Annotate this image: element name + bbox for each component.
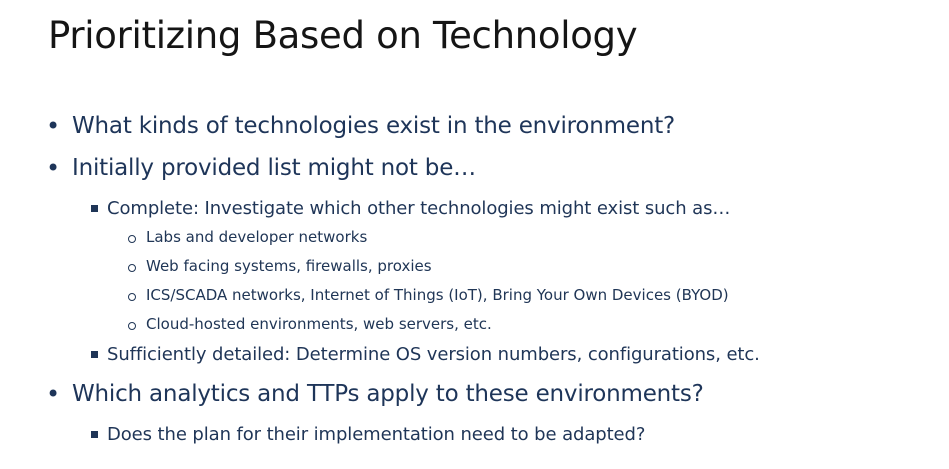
square-bullet-icon (91, 431, 98, 438)
subbullet-plan-adapted: Does the plan for their implementation n… (91, 424, 645, 445)
square-bullet-icon (91, 351, 98, 358)
subbullet-text: Complete: Investigate which other techno… (107, 198, 731, 219)
circle-bullet-icon (128, 293, 136, 301)
circle-bullet-icon (128, 322, 136, 330)
bullet-text: What kinds of technologies exist in the … (72, 113, 676, 139)
bullet-dot-icon: • (46, 112, 60, 140)
circle-bullet-icon (128, 235, 136, 243)
square-bullet-icon (91, 205, 98, 212)
subsubbullet-text: Labs and developer networks (146, 228, 368, 246)
bullet-technologies-question: • What kinds of technologies exist in th… (46, 112, 675, 140)
subsubbullet-web-facing: Web facing systems, firewalls, proxies (128, 257, 432, 275)
bullet-text: Which analytics and TTPs apply to these … (72, 381, 704, 407)
subsubbullet-text: Web facing systems, firewalls, proxies (146, 257, 432, 275)
subbullet-complete: Complete: Investigate which other techno… (91, 198, 730, 219)
subbullet-text: Sufficiently detailed: Determine OS vers… (107, 344, 760, 365)
subbullet-text: Does the plan for their implementation n… (107, 424, 646, 445)
subsubbullet-text: Cloud-hosted environments, web servers, … (146, 315, 492, 333)
subsubbullet-cloud: Cloud-hosted environments, web servers, … (128, 315, 492, 333)
bullet-dot-icon: • (46, 154, 60, 182)
bullet-dot-icon: • (46, 380, 60, 408)
slide-title: Prioritizing Based on Technology (48, 14, 638, 57)
bullet-provided-list: • Initially provided list might not be… (46, 154, 476, 182)
subsubbullet-ics-scada: ICS/SCADA networks, Internet of Things (… (128, 286, 729, 304)
bullet-analytics-ttps: • Which analytics and TTPs apply to thes… (46, 380, 704, 408)
bullet-text: Initially provided list might not be… (72, 155, 476, 181)
subbullet-sufficiently-detailed: Sufficiently detailed: Determine OS vers… (91, 344, 760, 365)
slide: Prioritizing Based on Technology • What … (0, 0, 949, 469)
subsubbullet-labs: Labs and developer networks (128, 228, 367, 246)
circle-bullet-icon (128, 264, 136, 272)
subsubbullet-text: ICS/SCADA networks, Internet of Things (… (146, 286, 729, 304)
